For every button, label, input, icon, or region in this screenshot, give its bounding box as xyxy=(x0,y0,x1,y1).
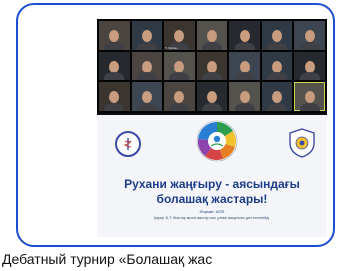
participant-tile: T. Мусан... xyxy=(164,21,195,50)
participant-tile xyxy=(164,82,195,111)
image-caption: Дебатный турнир «Болашақ жас xyxy=(2,251,213,267)
participant-tile xyxy=(99,82,130,111)
participant-tile xyxy=(164,51,195,81)
participant-tile xyxy=(131,51,163,81)
participant-tile xyxy=(261,21,293,50)
image-card: T. Мусан... Рухани жаңғыру - аясындағы б… xyxy=(16,3,335,247)
participant-tile xyxy=(294,51,325,81)
slide-format: Формат: АПФ xyxy=(199,209,225,214)
participant-tile xyxy=(229,51,260,81)
participant-tile xyxy=(294,21,325,50)
participant-tile xyxy=(131,82,163,111)
slide-motion-text: Қарар: Б.Т. Жастар мына жастар осы ұлғаю… xyxy=(153,216,271,220)
shared-slide: Рухани жаңғыру - аясындағы болашақ жаста… xyxy=(97,115,327,237)
participant-tile xyxy=(261,51,293,81)
shield-emblem-icon xyxy=(289,128,315,158)
participant-tile xyxy=(196,51,228,81)
participant-tile-active-speaker xyxy=(294,82,325,111)
participant-tile xyxy=(229,82,260,111)
participant-tile xyxy=(229,21,260,50)
slide-title-line2: болашақ жастары! xyxy=(156,192,268,206)
slide-title-line1: Рухани жаңғыру - аясындағы xyxy=(124,177,300,191)
participant-tile xyxy=(99,51,130,81)
participant-tile xyxy=(196,21,228,50)
medical-emblem-icon xyxy=(115,131,141,157)
participant-tile xyxy=(99,21,130,50)
participant-tile xyxy=(261,82,293,111)
participant-grid: T. Мусан... xyxy=(97,19,327,113)
participant-tile xyxy=(131,21,163,50)
youth-council-logo-icon xyxy=(196,120,238,162)
video-call-screenshot: T. Мусан... Рухани жаңғыру - аясындағы б… xyxy=(97,19,327,237)
participant-tile xyxy=(196,82,228,111)
